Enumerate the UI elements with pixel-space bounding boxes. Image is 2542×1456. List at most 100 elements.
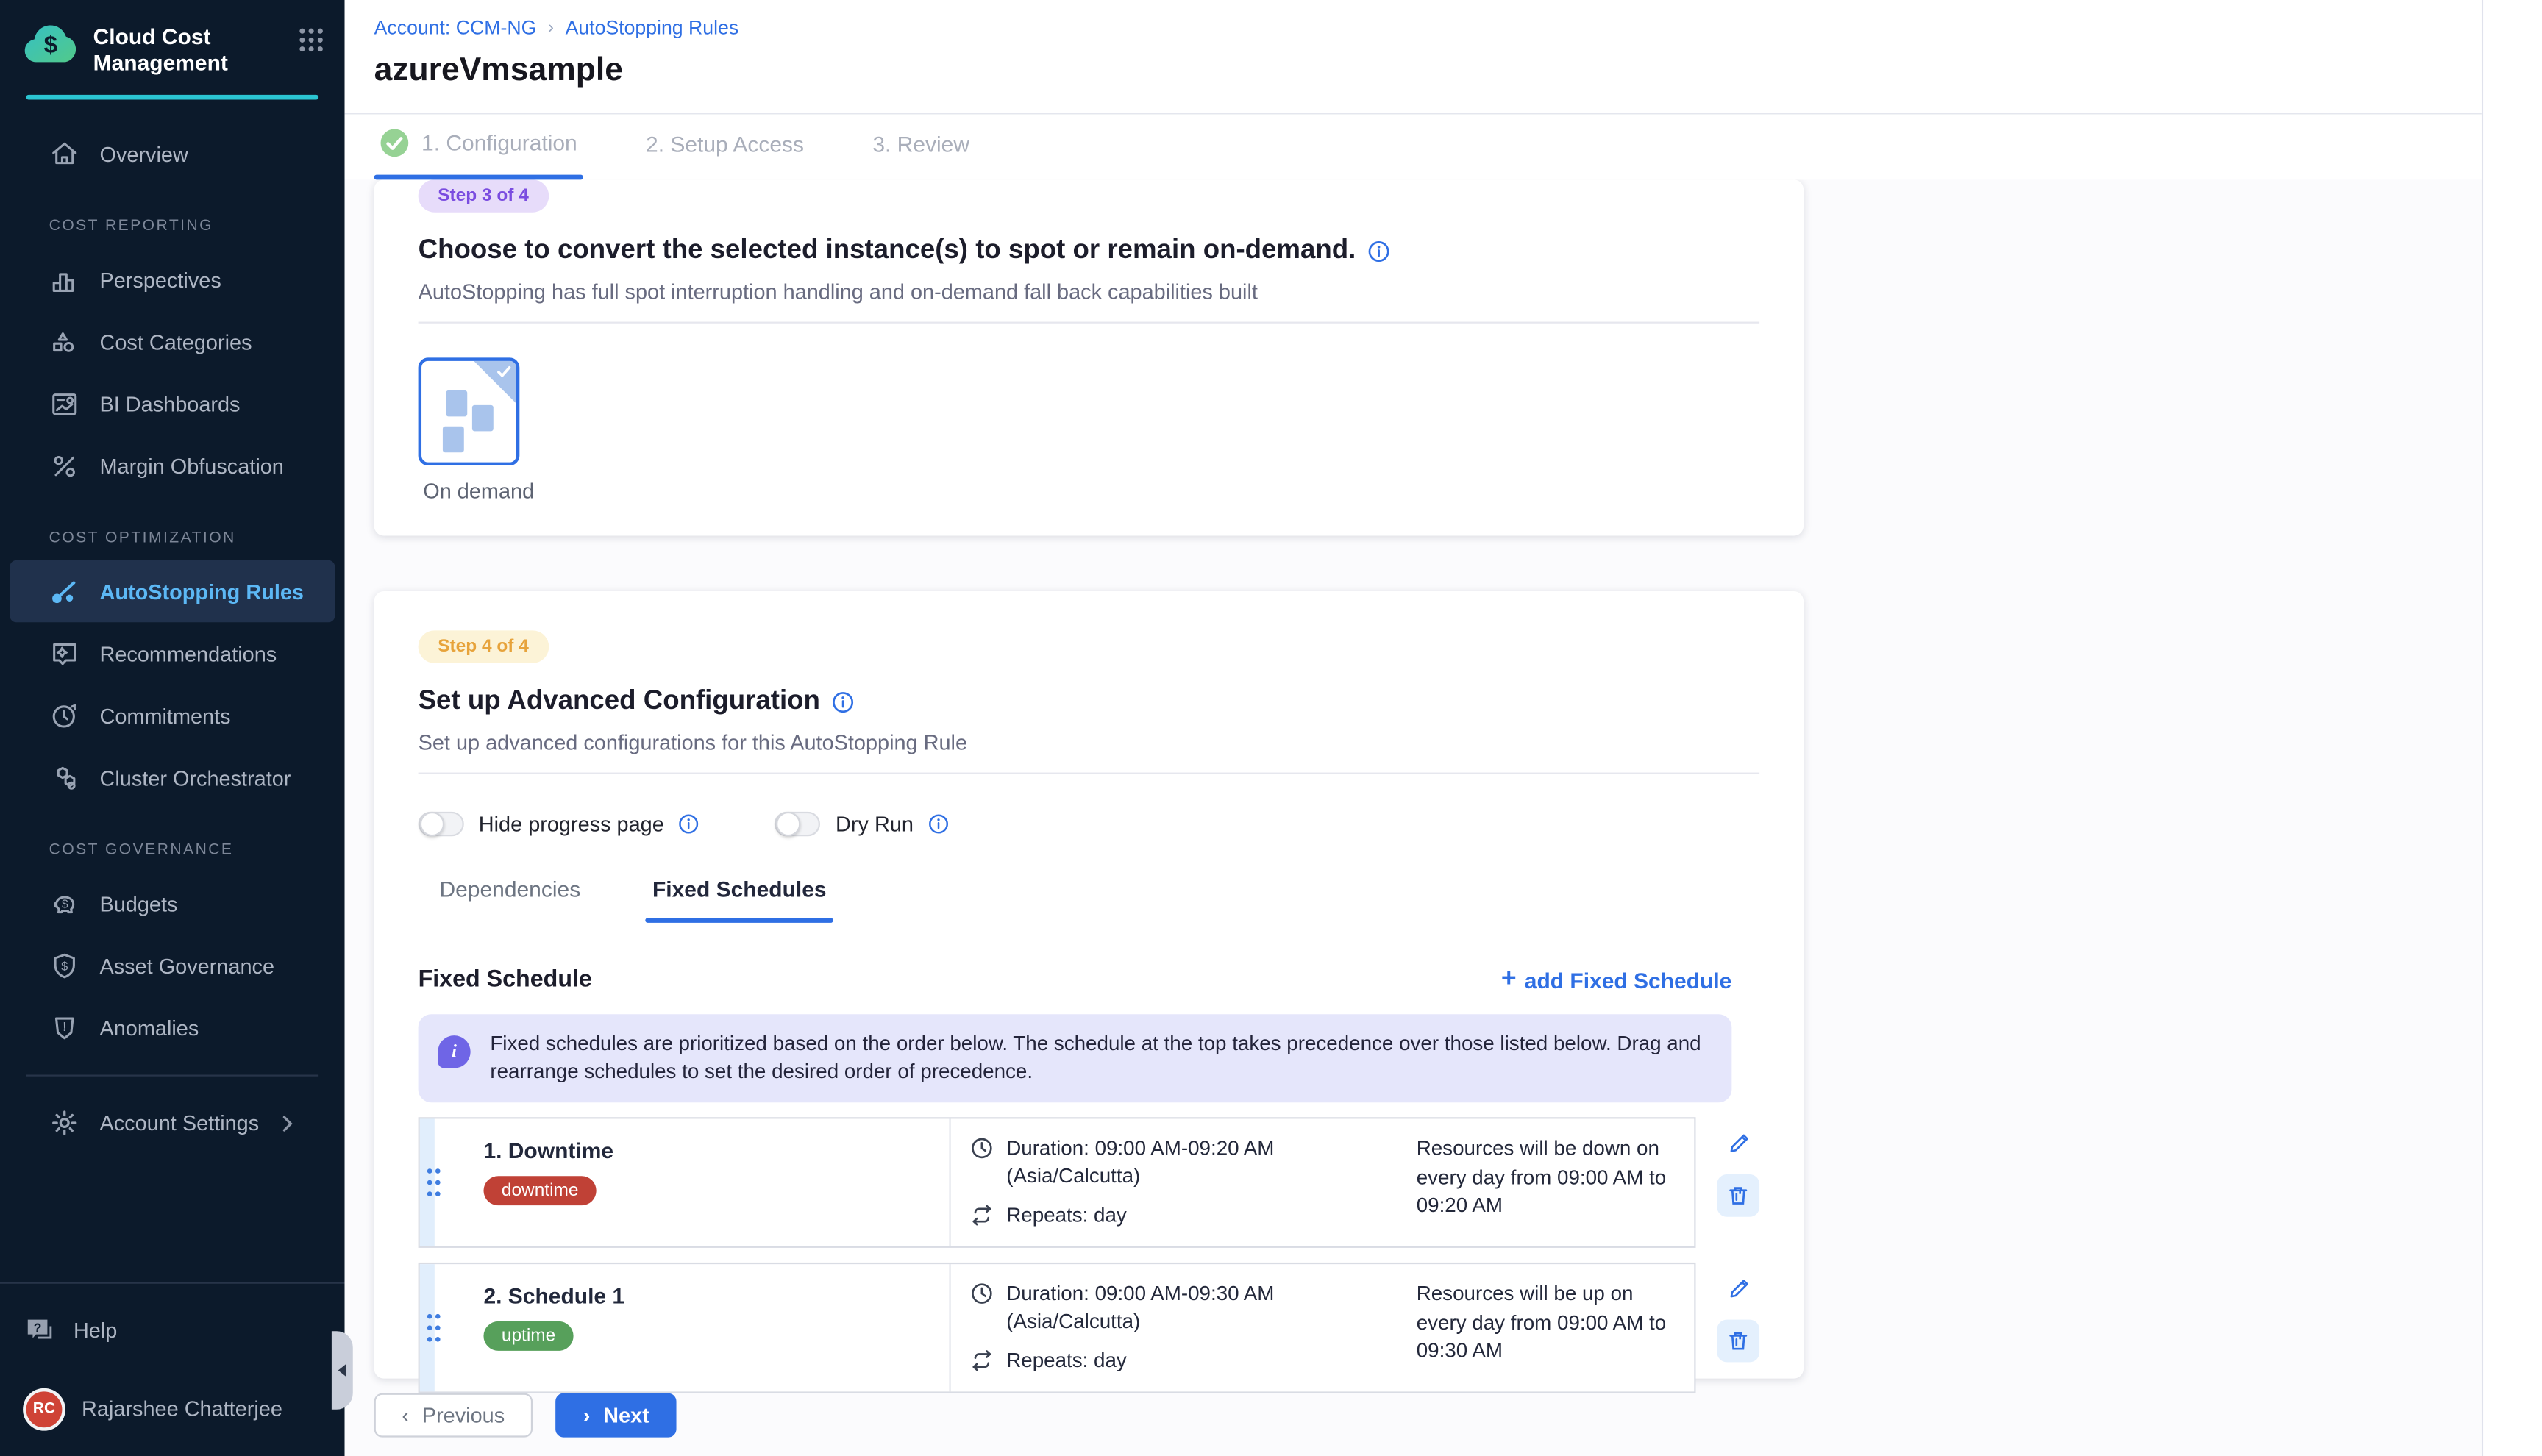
schedule-row: 1. Downtime downtime Duration: 09:00 AM-…	[419, 1117, 1760, 1248]
step-label: 2. Setup Access	[646, 132, 804, 157]
tab-review[interactable]: 3. Review	[866, 132, 975, 179]
sidebar-item-cost-categories[interactable]: Cost Categories	[10, 310, 335, 372]
divider	[419, 322, 1760, 324]
step-complete-check-icon	[381, 129, 409, 157]
step4-heading: Set up Advanced Configuration	[419, 686, 820, 717]
delete-schedule-button[interactable]	[1717, 1320, 1759, 1363]
svg-text:$: $	[61, 959, 68, 972]
sidebar-item-label: Perspectives	[99, 267, 221, 291]
cost-categories-icon	[49, 326, 80, 357]
hide-progress-toggle[interactable]	[419, 812, 464, 836]
add-fixed-schedule-button[interactable]: + add Fixed Schedule	[1501, 967, 1731, 993]
info-icon[interactable]	[1367, 239, 1390, 262]
schedule-duration: Duration: 09:00 AM-09:30 AM (Asia/Calcut…	[1006, 1280, 1377, 1336]
previous-button[interactable]: ‹ Previous	[374, 1393, 533, 1438]
drag-strip	[420, 1264, 435, 1391]
app-grid-icon[interactable]	[297, 26, 325, 54]
pencil-icon	[1726, 1130, 1751, 1154]
budgets-icon: $	[49, 888, 80, 918]
next-button[interactable]: › Next	[555, 1393, 677, 1438]
page-header: Account: CCM-NG › AutoStopping Rules azu…	[345, 0, 2482, 114]
sidebar-item-label: AutoStopping Rules	[99, 579, 303, 603]
sidebar-item-cluster-orchestrator[interactable]: Cluster Orchestrator	[10, 746, 335, 808]
tab-configuration[interactable]: 1. Configuration	[374, 129, 584, 179]
bi-dashboards-icon	[49, 388, 80, 419]
cluster-icon	[49, 762, 80, 793]
edit-schedule-button[interactable]	[1717, 1121, 1759, 1163]
sidebar-item-bi-dashboards[interactable]: BI Dashboards	[10, 372, 335, 434]
on-demand-option-card[interactable]	[419, 357, 520, 465]
priority-info-text: Fixed schedules are prioritized based on…	[490, 1031, 1709, 1087]
divider	[419, 773, 1760, 774]
dry-run-toggle[interactable]	[775, 812, 821, 836]
sidebar-item-label: Budgets	[99, 891, 177, 916]
schedule-title: 2. Schedule 1	[483, 1284, 933, 1308]
gear-icon	[49, 1107, 80, 1138]
tab-fixed-schedules[interactable]: Fixed Schedules	[646, 877, 833, 923]
sidebar-item-label: Overview	[99, 141, 188, 165]
sidebar-item-perspectives[interactable]: Perspectives	[10, 249, 335, 310]
sidebar-item-label: Margin Obfuscation	[99, 453, 283, 477]
edit-schedule-button[interactable]	[1717, 1266, 1759, 1308]
app-title: Cloud Cost Management	[93, 21, 298, 75]
instances-glyph	[446, 390, 467, 417]
step4-heading-row: Set up Advanced Configuration	[419, 686, 1760, 717]
sidebar-section-label: COST OPTIMIZATION	[10, 496, 335, 560]
next-label: Next	[603, 1403, 649, 1427]
schedule-type-badge: downtime	[483, 1176, 596, 1205]
schedule-repeats: Repeats: day	[1006, 1202, 1127, 1230]
step3-card: Step 3 of 4 Choose to convert the select…	[374, 179, 1804, 535]
svg-text:$: $	[62, 897, 68, 910]
delete-schedule-button[interactable]	[1717, 1174, 1759, 1217]
sidebar-item-account-settings[interactable]: Account Settings	[10, 1092, 335, 1154]
sidebar-item-commitments[interactable]: Commitments	[10, 685, 335, 746]
sidebar-item-overview[interactable]: Overview	[10, 123, 335, 185]
sidebar-item-label: Cluster Orchestrator	[99, 766, 291, 790]
trash-icon	[1727, 1184, 1750, 1207]
sidebar-item-budgets[interactable]: $ Budgets	[10, 872, 335, 934]
sidebar-section-label: COST REPORTING	[10, 185, 335, 249]
autostopping-icon	[49, 576, 80, 607]
tab-setup-access[interactable]: 2. Setup Access	[639, 132, 811, 179]
drag-handle-icon[interactable]	[424, 1165, 442, 1201]
schedule-row: 2. Schedule 1 uptime Duration: 09:00 AM-…	[419, 1263, 1760, 1393]
collapse-arrow-icon	[338, 1364, 346, 1377]
drag-handle-icon[interactable]	[424, 1310, 442, 1346]
repeat-icon	[970, 1349, 993, 1372]
sidebar-divider	[26, 1074, 319, 1075]
user-profile[interactable]: RC Rajarshee Chatterjee	[23, 1388, 321, 1430]
breadcrumb-page-link[interactable]: AutoStopping Rules	[566, 16, 739, 39]
pencil-icon	[1726, 1275, 1751, 1299]
brand-divider	[26, 95, 319, 100]
info-icon[interactable]	[832, 690, 855, 713]
page-title: azureVmsample	[374, 52, 2482, 90]
sidebar-item-autostopping-rules[interactable]: AutoStopping Rules	[10, 560, 335, 622]
tab-dependencies[interactable]: Dependencies	[433, 877, 588, 923]
dry-run-label: Dry Run	[836, 812, 914, 836]
anomalies-icon: !	[49, 1012, 80, 1043]
sidebar-item-asset-governance[interactable]: $Asset Governance	[10, 935, 335, 996]
schedule-type-badge: uptime	[483, 1321, 573, 1351]
sidebar-item-recommendations[interactable]: Recommendations	[10, 622, 335, 684]
schedule-description: Resources will be up on every day from 0…	[1410, 1264, 1694, 1391]
sidebar-item-help[interactable]: ? Help	[23, 1306, 321, 1355]
sidebar-item-margin-obfuscation[interactable]: Margin Obfuscation	[10, 435, 335, 496]
perspectives-icon	[49, 264, 80, 295]
drag-strip	[420, 1118, 435, 1246]
step4-subheading: Set up advanced configurations for this …	[419, 730, 1760, 754]
info-icon[interactable]	[679, 813, 700, 835]
info-icon[interactable]	[928, 813, 950, 835]
selected-check-icon	[495, 363, 513, 380]
sidebar-item-anomalies[interactable]: !Anomalies	[10, 996, 335, 1048]
plus-icon: +	[1501, 967, 1517, 993]
schedule-repeats: Repeats: day	[1006, 1347, 1127, 1375]
sidebar-collapse-handle[interactable]	[332, 1331, 353, 1410]
sidebar-item-label: Cost Categories	[99, 329, 252, 354]
clock-icon	[970, 1282, 993, 1305]
sidebar-item-label: Commitments	[99, 703, 230, 727]
avatar: RC	[23, 1388, 65, 1430]
chevron-right-icon: ›	[583, 1405, 591, 1426]
breadcrumb-account-link[interactable]: Account: CCM-NG	[374, 16, 537, 39]
schedule-duration: Duration: 09:00 AM-09:20 AM (Asia/Calcut…	[1006, 1135, 1377, 1191]
trash-icon	[1727, 1330, 1750, 1352]
